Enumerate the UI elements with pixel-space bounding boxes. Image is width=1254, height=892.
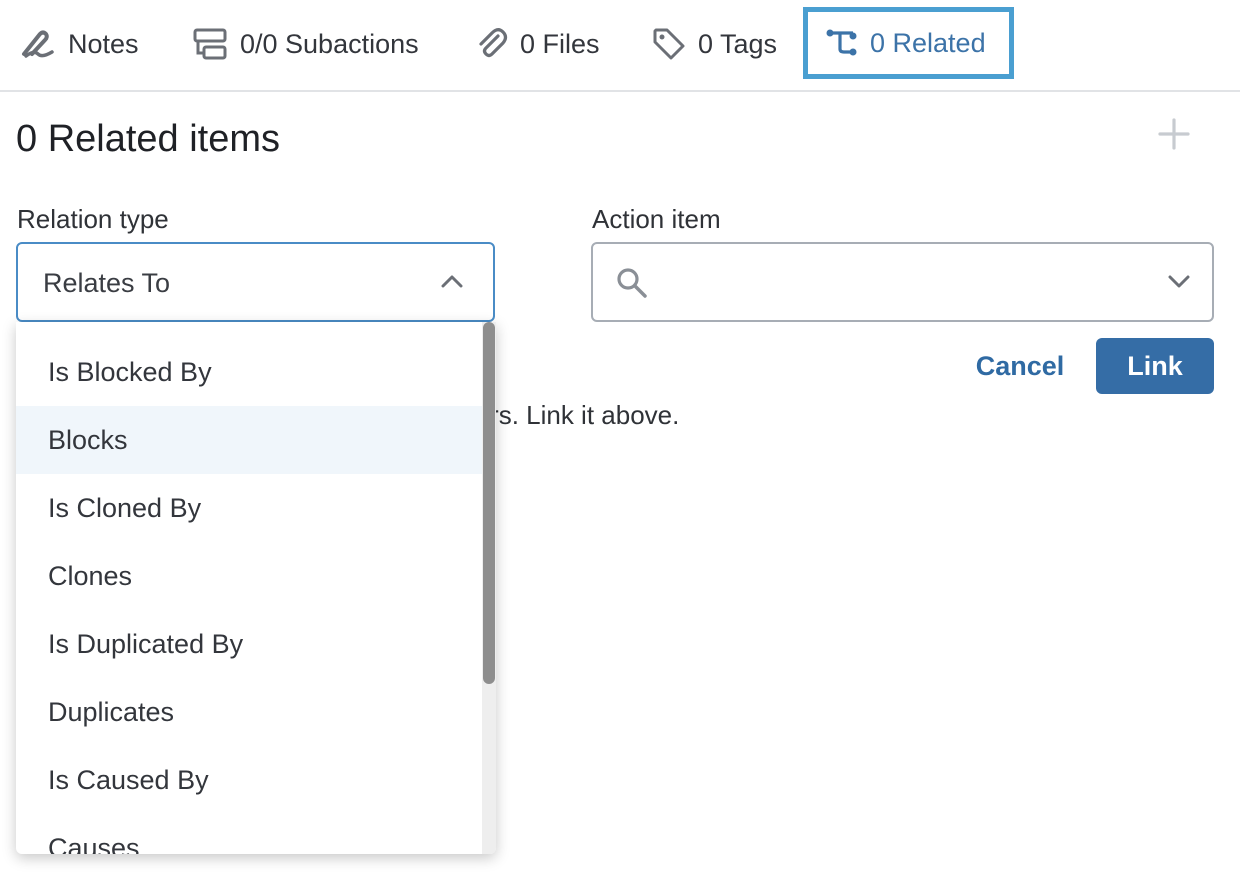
option-is-duplicated-by[interactable]: Is Duplicated By bbox=[16, 610, 482, 678]
tab-related-label: 0 Related bbox=[870, 27, 986, 58]
relation-type-label: Relation type bbox=[17, 204, 169, 234]
tab-files[interactable]: 0 Files bbox=[476, 10, 600, 78]
tab-files-label: 0 Files bbox=[520, 28, 600, 59]
action-item-input[interactable] bbox=[661, 258, 1141, 308]
cancel-button[interactable]: Cancel bbox=[960, 338, 1080, 394]
add-related-button[interactable] bbox=[1156, 116, 1192, 152]
tab-subactions[interactable]: 0/0 Subactions bbox=[192, 10, 419, 78]
chevron-down-icon[interactable] bbox=[1168, 274, 1190, 288]
paperclip-icon bbox=[479, 28, 508, 58]
link-button[interactable]: Link bbox=[1096, 338, 1214, 394]
tab-subactions-label: 0/0 Subactions bbox=[240, 28, 419, 59]
option-duplicates[interactable]: Duplicates bbox=[16, 678, 482, 746]
pen-scribble-icon bbox=[22, 30, 54, 58]
option-clones[interactable]: Clones bbox=[16, 542, 482, 610]
action-item-search[interactable] bbox=[591, 242, 1214, 322]
option-is-blocked-by[interactable]: Is Blocked By bbox=[16, 338, 482, 406]
tag-icon bbox=[653, 28, 685, 60]
action-item-label: Action item bbox=[592, 204, 721, 234]
relation-type-dropdown: Is Blocked By Blocks Is Cloned By Clones… bbox=[16, 322, 496, 854]
chevron-up-icon bbox=[441, 275, 463, 288]
relation-type-select[interactable]: Relates To bbox=[16, 242, 495, 322]
search-icon bbox=[617, 268, 647, 298]
option-blocks[interactable]: Blocks bbox=[16, 406, 482, 474]
option-is-cloned-by[interactable]: Is Cloned By bbox=[16, 474, 482, 542]
tab-bar: Notes 0/0 Subactions 0 Files 0 Tags 0 Re… bbox=[0, 0, 1240, 92]
tab-notes[interactable]: Notes bbox=[20, 10, 139, 78]
relation-type-value: Relates To bbox=[43, 268, 171, 298]
related-branch-icon bbox=[826, 29, 857, 56]
tab-tags[interactable]: 0 Tags bbox=[652, 10, 777, 78]
option-causes[interactable]: Causes bbox=[16, 814, 482, 855]
tab-notes-label: Notes bbox=[68, 28, 139, 59]
option-is-caused-by[interactable]: Is Caused By bbox=[16, 746, 482, 814]
tab-tags-label: 0 Tags bbox=[698, 28, 778, 59]
subactions-icon bbox=[193, 28, 227, 60]
plus-icon bbox=[1158, 118, 1190, 150]
page-title: 0 Related items bbox=[16, 118, 281, 160]
dropdown-scrollbar[interactable] bbox=[482, 322, 496, 854]
dropdown-scroll-thumb[interactable] bbox=[483, 322, 495, 684]
tab-related[interactable]: 0 Related bbox=[803, 7, 1014, 79]
